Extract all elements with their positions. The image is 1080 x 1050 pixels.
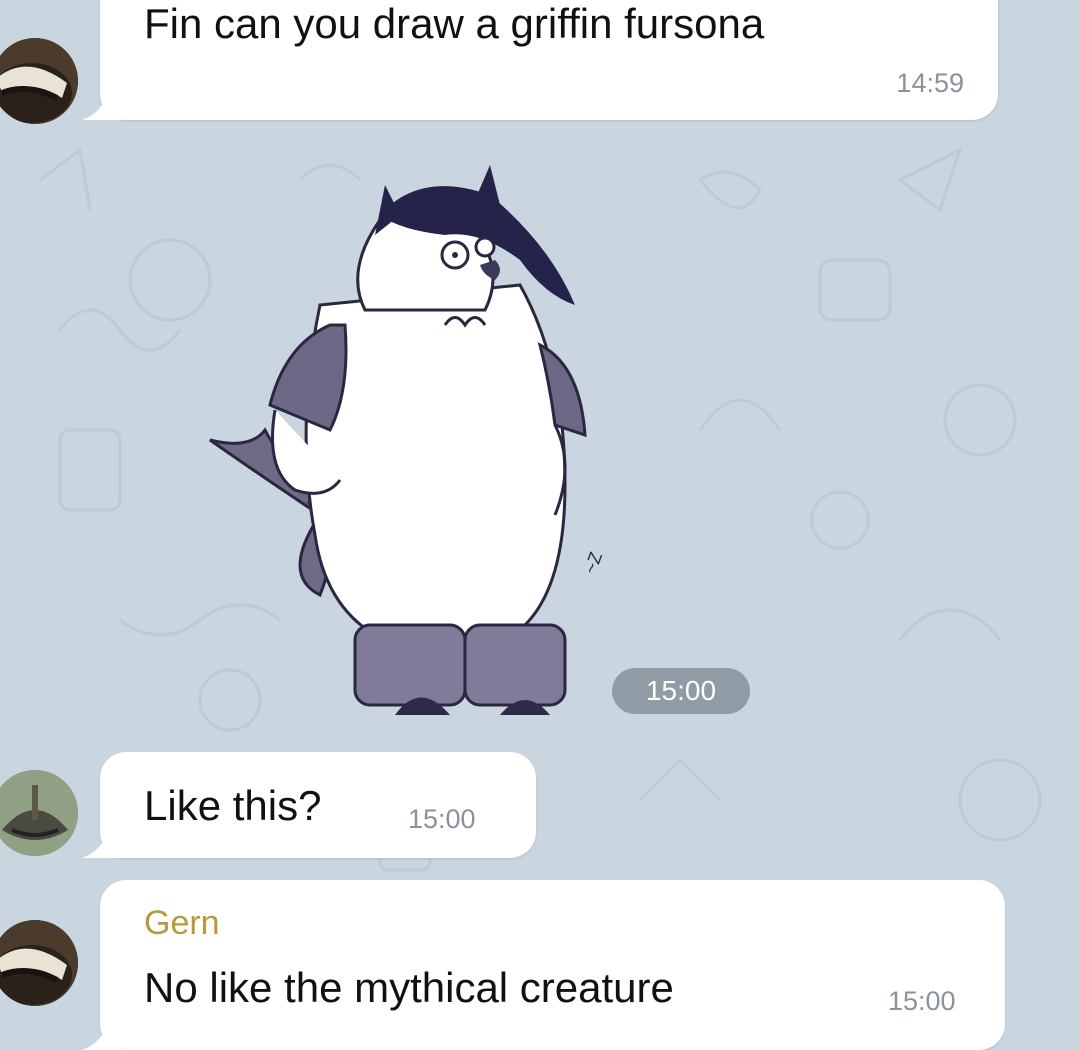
message-text: Fin can you draw a griffin fursona (144, 0, 765, 47)
catfish-avatar-icon (0, 770, 78, 856)
message-time: 15:00 (408, 804, 476, 834)
message-bubble[interactable]: Fin can you draw a griffin fursona 14:59 (82, 0, 998, 120)
message-text: No like the mythical creature (144, 964, 674, 1011)
message-bubble[interactable]: Gern No like the mythical creature 15:00 (82, 880, 1005, 1050)
svg-text:~Z: ~Z (580, 549, 606, 576)
badger-avatar-icon (0, 38, 78, 124)
sticker-arm-left (268, 323, 348, 432)
message-time: 15:00 (888, 986, 956, 1016)
sender-avatar[interactable] (0, 920, 78, 1006)
message-text: Like this? (144, 782, 322, 829)
badger-avatar-icon (0, 920, 78, 1006)
sender-avatar[interactable] (0, 38, 78, 124)
sender-name[interactable]: Gern (144, 904, 220, 943)
cartoon-character-sticker[interactable]: ~Z (200, 155, 620, 735)
sticker-time-badge: 15:00 (612, 668, 750, 714)
message-bubble[interactable]: Like this? 15:00 (82, 752, 536, 858)
message-time: 14:59 (896, 68, 964, 98)
sender-avatar[interactable] (0, 770, 78, 856)
